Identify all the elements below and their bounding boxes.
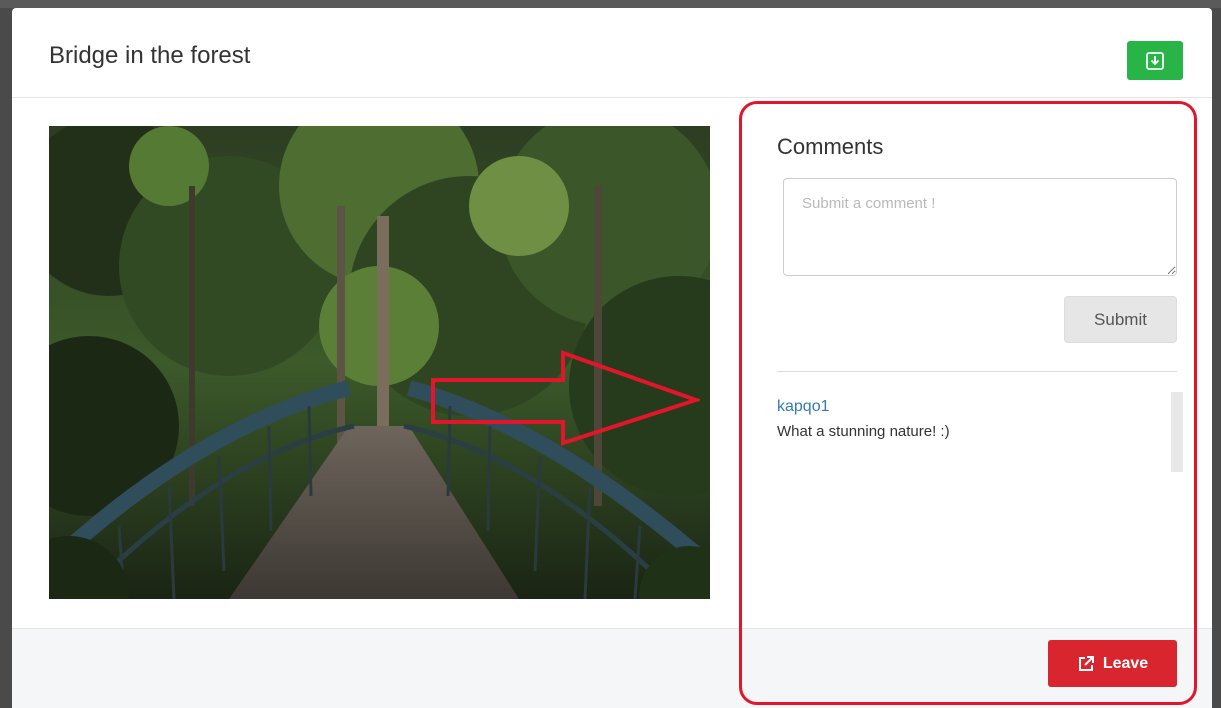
image-modal: Bridge in the forest Comments Submit a c… bbox=[12, 8, 1212, 708]
divider bbox=[777, 371, 1177, 372]
download-icon bbox=[1146, 51, 1164, 70]
modal-title: Bridge in the forest bbox=[49, 42, 251, 69]
comments-heading: Comments bbox=[777, 134, 884, 159]
leave-label: Leave bbox=[1102, 654, 1149, 672]
modal-footer bbox=[12, 628, 1212, 708]
modal-header: Bridge in the forest bbox=[12, 8, 1212, 98]
comment-author-link[interactable]: kapqo1 bbox=[777, 398, 830, 416]
backdrop bbox=[0, 0, 1221, 8]
annotation-arrow bbox=[431, 350, 700, 446]
comment-input[interactable] bbox=[783, 178, 1177, 276]
download-button[interactable] bbox=[1127, 41, 1183, 80]
submit-button[interactable]: Submit bbox=[1064, 296, 1177, 343]
external-link-icon bbox=[1078, 655, 1094, 671]
leave-button[interactable]: Leave bbox=[1048, 640, 1177, 687]
comments-panel: Comments Submit kapqo1 What a stunning n… bbox=[757, 106, 1197, 706]
comment-list-scrollbar[interactable] bbox=[1171, 392, 1183, 472]
comment-list: kapqo1 What a stunning nature! :) bbox=[777, 392, 1183, 492]
comment-text: What a stunning nature! :) bbox=[777, 423, 950, 440]
